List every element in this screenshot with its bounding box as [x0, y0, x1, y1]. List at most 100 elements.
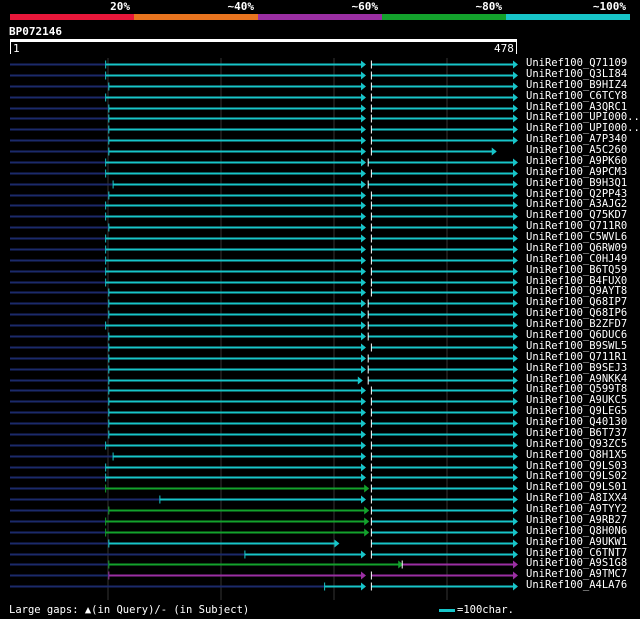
hsp-end-arrow	[513, 212, 518, 221]
hit-row[interactable]	[10, 582, 518, 591]
hsp-end-arrow	[513, 582, 518, 591]
hit-row[interactable]	[10, 484, 518, 493]
hsp-end-arrow	[513, 354, 518, 363]
hit-row[interactable]	[10, 125, 518, 134]
blast-overview-graphic: 20% ~40% ~60% ~80% ~100% BP072146 1 478 UniR…	[0, 0, 640, 619]
hsp-arrow	[361, 343, 367, 352]
hit-row[interactable]	[10, 245, 518, 254]
hsp-end-arrow	[513, 158, 518, 167]
hit-row[interactable]	[10, 169, 518, 178]
hsp-end-arrow	[513, 234, 518, 243]
hsp-arrow	[361, 582, 367, 591]
hit-row[interactable]	[10, 191, 518, 200]
hsp-end-arrow	[513, 288, 518, 297]
hit-row[interactable]	[10, 180, 518, 189]
hsp-arrow	[364, 528, 370, 537]
hsp-arrow	[361, 136, 367, 145]
hsp-end-arrow	[513, 278, 518, 287]
hit-row[interactable]	[10, 441, 518, 450]
hsp-end-arrow	[513, 550, 518, 559]
hit-row[interactable]	[10, 288, 518, 297]
hsp-end-arrow	[513, 180, 518, 189]
hit-row[interactable]	[10, 93, 518, 102]
hit-row[interactable]	[10, 71, 518, 80]
hit-row[interactable]	[10, 386, 518, 395]
hit-row[interactable]	[10, 452, 518, 461]
hsp-arrow	[361, 201, 367, 210]
hit-row[interactable]	[10, 212, 518, 221]
hit-row[interactable]	[10, 332, 518, 341]
hit-row[interactable]	[10, 430, 518, 439]
hit-row[interactable]	[10, 256, 518, 265]
hsp-arrow	[361, 60, 367, 69]
hit-row[interactable]	[10, 147, 497, 156]
hsp-arrow	[361, 473, 367, 482]
hit-row[interactable]	[10, 267, 518, 276]
hsp-arrow	[361, 299, 367, 308]
hit-row[interactable]	[10, 343, 518, 352]
hsp-end-arrow	[513, 430, 518, 439]
hit-label[interactable]: UniRef100_A4LA76	[526, 580, 627, 591]
hsp-arrow	[361, 245, 367, 254]
hsp-arrow	[361, 397, 367, 406]
hit-row[interactable]	[10, 354, 518, 363]
hit-row[interactable]	[10, 223, 518, 232]
hsp-arrow	[361, 234, 367, 243]
hit-row[interactable]	[10, 365, 518, 374]
hit-row[interactable]	[10, 104, 518, 113]
hsp-end-arrow	[513, 169, 518, 178]
hit-row[interactable]	[10, 517, 518, 526]
hsp-end-arrow	[513, 539, 518, 548]
hit-row[interactable]	[10, 299, 518, 308]
hit-row[interactable]	[10, 60, 518, 69]
hit-row[interactable]	[10, 397, 518, 406]
hsp-arrow	[361, 267, 367, 276]
hsp-end-arrow	[513, 571, 518, 580]
hit-row[interactable]	[10, 201, 518, 210]
hsp-end-arrow	[513, 256, 518, 265]
hit-row[interactable]	[10, 114, 518, 123]
hsp-arrow	[361, 180, 367, 189]
hit-row[interactable]	[10, 560, 518, 569]
hsp-end-arrow	[513, 191, 518, 200]
hsp-end-arrow	[513, 506, 518, 515]
hsp-arrow	[361, 495, 367, 504]
hit-row[interactable]	[10, 506, 518, 515]
hsp-arrow	[364, 484, 370, 493]
hit-row[interactable]	[10, 310, 518, 319]
hsp-end-arrow	[513, 82, 518, 91]
hit-row[interactable]	[10, 539, 518, 548]
hsp-arrow	[361, 147, 367, 156]
hit-row[interactable]	[10, 550, 518, 559]
hsp-end-arrow	[513, 114, 518, 123]
hit-row[interactable]	[10, 321, 518, 330]
hsp-arrow	[364, 506, 370, 515]
hit-row[interactable]	[10, 82, 518, 91]
hsp-arrow	[361, 550, 367, 559]
hit-row[interactable]	[10, 528, 518, 537]
hsp-end-arrow	[513, 299, 518, 308]
hit-row[interactable]	[10, 473, 518, 482]
hsp-end-arrow	[513, 517, 518, 526]
hit-row[interactable]	[10, 463, 518, 472]
hsp-end-arrow	[513, 245, 518, 254]
hit-row[interactable]	[10, 136, 518, 145]
hsp-arrow	[361, 408, 367, 417]
hsp-arrow	[361, 321, 367, 330]
hsp-end-arrow	[513, 419, 518, 428]
hsp-arrow	[361, 114, 367, 123]
hit-row[interactable]	[10, 376, 518, 385]
hit-row[interactable]	[10, 234, 518, 243]
hit-row[interactable]	[10, 408, 518, 417]
hsp-end-arrow	[513, 71, 518, 80]
hit-row[interactable]	[10, 571, 518, 580]
hit-row[interactable]	[10, 158, 518, 167]
hsp-arrow	[361, 441, 367, 450]
hsp-end-arrow	[513, 223, 518, 232]
hsp-arrow	[364, 517, 370, 526]
hsp-end-arrow	[513, 332, 518, 341]
hit-row[interactable]	[10, 278, 518, 287]
hit-row[interactable]	[10, 495, 518, 504]
hit-row[interactable]	[10, 419, 518, 428]
hsp-end-arrow	[513, 452, 518, 461]
